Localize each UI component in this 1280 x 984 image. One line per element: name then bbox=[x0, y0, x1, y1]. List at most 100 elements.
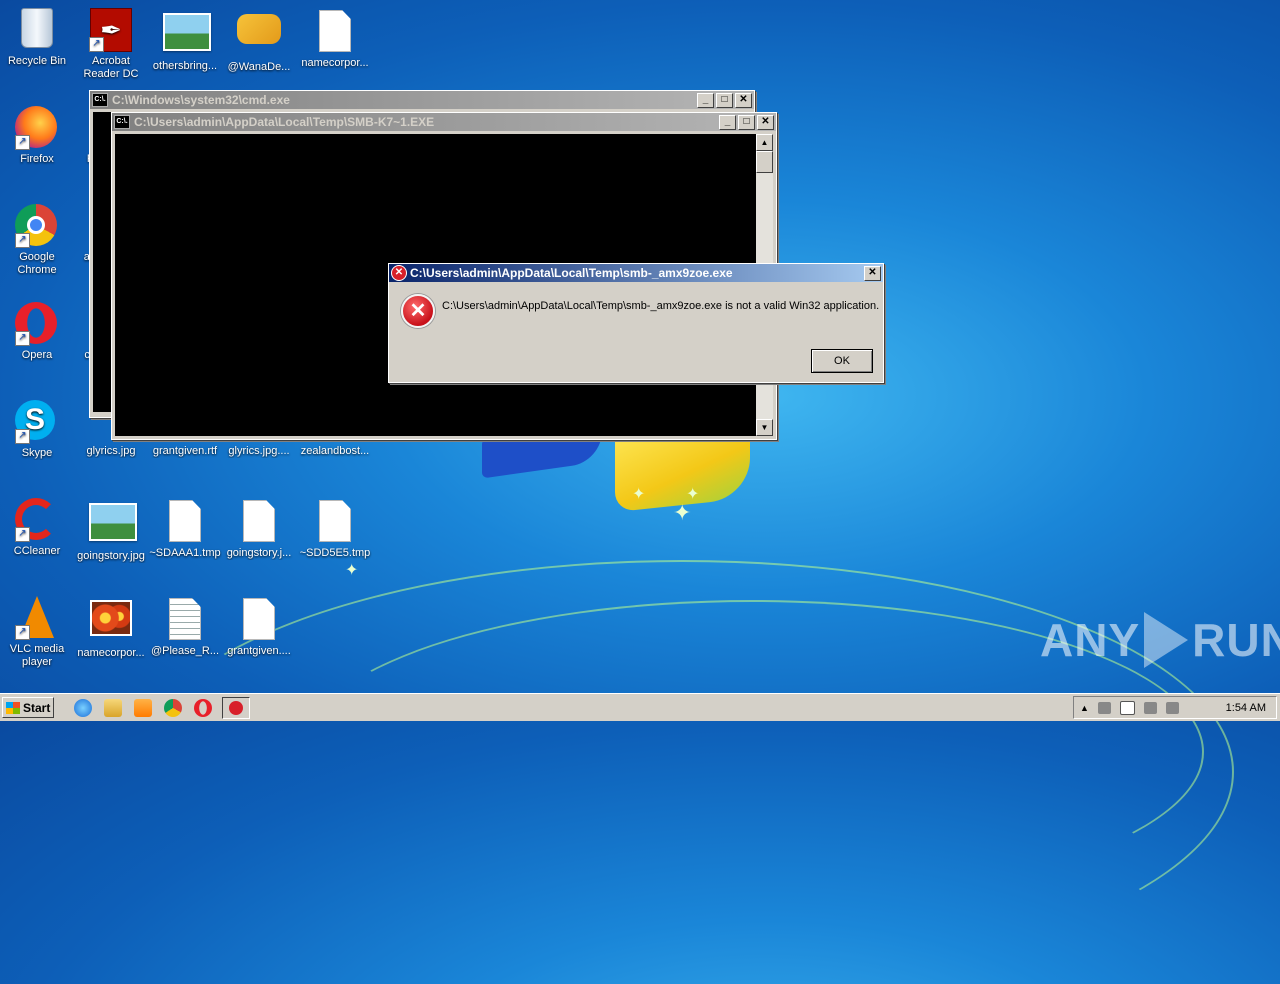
error-dialog-title: C:\Users\admin\AppData\Local\Temp\smb-_a… bbox=[410, 266, 733, 280]
error-dialog-titlebar[interactable]: ✕ C:\Users\admin\AppData\Local\Temp\smb-… bbox=[389, 264, 883, 282]
minimize-button[interactable]: _ bbox=[719, 114, 736, 130]
desktop-icon-label: ~SDD5E5.tmp bbox=[299, 547, 371, 559]
shortcut-arrow-icon: ↗ bbox=[15, 331, 30, 346]
opera-icon: ↗ bbox=[15, 302, 59, 346]
system-tray: ▲ 1:54 AM bbox=[1073, 696, 1277, 719]
blank-file-icon bbox=[313, 500, 357, 544]
maximize-button[interactable]: □ bbox=[716, 92, 733, 108]
desktop-icon-namecorpor-top[interactable]: namecorpor... bbox=[298, 8, 372, 70]
close-button[interactable]: ✕ bbox=[735, 92, 752, 108]
desktop-icon-grantgiven-2[interactable]: grantgiven.... bbox=[222, 596, 296, 658]
display-icon[interactable] bbox=[1097, 701, 1111, 714]
desktop-icon-firefox[interactable]: ↗ Firefox bbox=[0, 106, 74, 166]
start-button[interactable]: Start bbox=[2, 697, 54, 718]
scroll-up-button[interactable]: ▲ bbox=[756, 134, 773, 151]
cmd-window-titlebar[interactable]: C:\. C:\Windows\system32\cmd.exe _ □ ✕ bbox=[90, 91, 754, 109]
desktop-icon-label: @Please_R... bbox=[150, 645, 220, 657]
shortcut-arrow-icon: ↗ bbox=[15, 527, 30, 542]
desktop-icon-label: VLC media player bbox=[9, 643, 65, 668]
desktop-icon-please-read[interactable]: @Please_R... bbox=[148, 596, 222, 658]
network-icon[interactable] bbox=[1143, 701, 1157, 714]
wallpaper-sparkle: ✦ bbox=[345, 562, 359, 579]
shortcut-arrow-icon: ↗ bbox=[15, 233, 30, 248]
desktop-icon-label: zealandbost... bbox=[300, 445, 370, 457]
desktop-icon-label: Opera bbox=[21, 349, 53, 361]
windows-flag-icon bbox=[6, 701, 20, 714]
watermark-left: ANY bbox=[1040, 614, 1141, 666]
shortcut-arrow-icon: ↗ bbox=[15, 625, 30, 640]
firefox-icon: ↗ bbox=[15, 106, 59, 150]
scroll-down-button[interactable]: ▼ bbox=[756, 419, 773, 436]
desktop-icon-wanadecryptor[interactable]: @WanaDe... bbox=[222, 8, 296, 74]
desktop-icon-othersbring[interactable]: othersbring... bbox=[148, 8, 222, 73]
cmd-console-area[interactable] bbox=[93, 112, 113, 412]
ccleaner-icon: ↗ bbox=[15, 498, 59, 542]
minimize-button[interactable]: _ bbox=[697, 92, 714, 108]
desktop-icon-label: goingstory.jpg bbox=[77, 550, 145, 562]
desktop-icon-chrome[interactable]: ↗ Google Chrome bbox=[0, 204, 74, 277]
desktop-icon-label: Recycle Bin bbox=[7, 55, 67, 67]
flower-image-icon bbox=[89, 600, 133, 644]
internet-explorer-icon[interactable] bbox=[74, 698, 92, 717]
volume-icon[interactable] bbox=[1165, 701, 1179, 714]
desktop-icon-label: CCleaner bbox=[13, 545, 61, 557]
blank-file-icon bbox=[313, 10, 357, 54]
play-icon bbox=[1144, 612, 1189, 668]
desktop-icon-namecorpor-bottom[interactable]: namecorpor... bbox=[74, 596, 148, 660]
desktop-icon-opera[interactable]: ↗ Opera bbox=[0, 302, 74, 362]
watermark-right: RUN bbox=[1192, 614, 1280, 666]
desktop-icon-label: namecorpor... bbox=[77, 647, 145, 659]
maximize-button[interactable]: □ bbox=[738, 114, 755, 130]
opera-taskbar-icon[interactable] bbox=[194, 698, 212, 717]
error-taskbar-icon[interactable] bbox=[222, 696, 250, 719]
console-icon: C:\. bbox=[92, 93, 108, 107]
shortcut-arrow-icon: ↗ bbox=[15, 135, 30, 150]
file-explorer-icon[interactable] bbox=[104, 698, 122, 717]
ok-button[interactable]: OK bbox=[811, 349, 873, 373]
chrome-icon: ↗ bbox=[15, 204, 59, 248]
desktop-icon-skype[interactable]: S ↗ Skype bbox=[0, 400, 74, 460]
desktop-icon-acrobat[interactable]: ✒ ↗ Acrobat Reader DC bbox=[74, 8, 148, 81]
smb-window-titlebar[interactable]: C:\. C:\Users\admin\AppData\Local\Temp\S… bbox=[112, 113, 776, 131]
action-center-flag-icon[interactable] bbox=[1119, 700, 1135, 715]
text-file-icon bbox=[163, 598, 207, 642]
scroll-thumb[interactable] bbox=[756, 151, 773, 173]
desktop-icon-label: namecorpor... bbox=[301, 57, 369, 69]
error-message: C:\Users\admin\AppData\Local\Temp\smb-_a… bbox=[442, 300, 880, 312]
desktop-icon-label: othersbring... bbox=[152, 60, 218, 72]
window-title: C:\Users\admin\AppData\Local\Temp\SMB-K7… bbox=[134, 115, 435, 129]
tray-expand-icon[interactable]: ▲ bbox=[1080, 703, 1089, 713]
error-dialog[interactable]: ✕ C:\Users\admin\AppData\Local\Temp\smb-… bbox=[388, 263, 884, 383]
recycle-bin-icon bbox=[15, 8, 59, 52]
desktop-icon-sdd5e5-tmp[interactable]: ~SDD5E5.tmp bbox=[298, 498, 372, 560]
blank-file-icon bbox=[237, 598, 281, 642]
close-button[interactable]: ✕ bbox=[757, 114, 774, 130]
anyrun-watermark: ANY RUN bbox=[1040, 612, 1280, 668]
desktop-icon-sdaaa1-tmp[interactable]: ~SDAAA1.tmp bbox=[148, 498, 222, 560]
blank-file-icon bbox=[163, 500, 207, 544]
desktop-icon-ccleaner[interactable]: ↗ CCleaner bbox=[0, 498, 74, 558]
blank-file-icon bbox=[237, 500, 281, 544]
taskbar: Start ▲ 1:54 AM bbox=[0, 693, 1280, 721]
tray-clock[interactable]: 1:54 AM bbox=[1226, 702, 1266, 714]
acrobat-icon: ✒ ↗ bbox=[89, 8, 133, 52]
handshake-icon bbox=[237, 14, 281, 58]
error-icon: ✕ bbox=[391, 265, 407, 281]
desktop-icon-label: glyrics.jpg bbox=[86, 445, 136, 457]
desktop-icon-vlc[interactable]: ↗ VLC media player bbox=[0, 596, 74, 669]
shortcut-arrow-icon: ↗ bbox=[15, 429, 30, 444]
desktop-icon-recycle-bin[interactable]: Recycle Bin bbox=[0, 8, 74, 68]
image-file-icon bbox=[89, 503, 137, 547]
desktop-icon-goingstory-2[interactable]: goingstory.j... bbox=[222, 498, 296, 560]
media-player-icon[interactable] bbox=[134, 698, 152, 717]
chrome-taskbar-icon[interactable] bbox=[164, 698, 182, 717]
window-title: C:\Windows\system32\cmd.exe bbox=[112, 93, 290, 107]
vlc-cone-icon: ↗ bbox=[15, 596, 59, 640]
close-button[interactable]: ✕ bbox=[864, 265, 881, 281]
desktop-icon-label: grantgiven.... bbox=[227, 645, 291, 657]
desktop-icon-label: goingstory.j... bbox=[226, 547, 292, 559]
desktop-icon-label: glyrics.jpg.... bbox=[228, 445, 290, 457]
desktop-icon-label: Acrobat Reader DC bbox=[83, 55, 139, 80]
desktop-icon-goingstory-jpg[interactable]: goingstory.jpg bbox=[74, 498, 148, 563]
desktop-icon-label: Skype bbox=[21, 447, 53, 459]
